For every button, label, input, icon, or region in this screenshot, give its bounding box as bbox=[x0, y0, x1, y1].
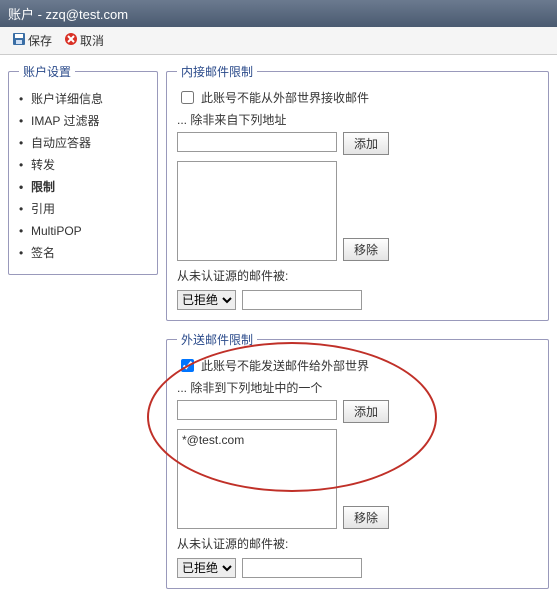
save-button[interactable]: 保存 bbox=[8, 30, 56, 51]
sidebar-legend: 账户设置 bbox=[19, 63, 75, 80]
outgoing-unauth-label: 从未认证源的邮件被: bbox=[177, 535, 538, 552]
incoming-unauth-select[interactable]: 已拒绝 bbox=[177, 290, 236, 310]
cancel-label: 取消 bbox=[80, 32, 104, 49]
sidebar-item[interactable]: 限制 bbox=[19, 176, 147, 198]
cancel-icon bbox=[64, 32, 78, 49]
incoming-add-button[interactable]: 添加 bbox=[343, 132, 389, 155]
incoming-unauth-label: 从未认证源的邮件被: bbox=[177, 267, 538, 284]
incoming-legend: 内接邮件限制 bbox=[177, 63, 257, 80]
outgoing-unauth-select[interactable]: 已拒绝 bbox=[177, 558, 236, 578]
incoming-unauth-extra-input[interactable] bbox=[242, 290, 362, 310]
incoming-except-label: ... 除非来自下列地址 bbox=[177, 111, 538, 128]
list-item[interactable]: *@test.com bbox=[180, 432, 334, 448]
cancel-button[interactable]: 取消 bbox=[60, 30, 108, 51]
incoming-restrict-label: 此账号不能从外部世界接收邮件 bbox=[201, 89, 369, 106]
outgoing-except-label: ... 除非到下列地址中的一个 bbox=[177, 379, 538, 396]
outgoing-remove-button[interactable]: 移除 bbox=[343, 506, 389, 529]
sidebar-item[interactable]: IMAP 过滤器 bbox=[19, 110, 147, 132]
sidebar-item[interactable]: 引用 bbox=[19, 198, 147, 220]
save-label: 保存 bbox=[28, 32, 52, 49]
sidebar-item[interactable]: 自动应答器 bbox=[19, 132, 147, 154]
outgoing-restrict-checkbox[interactable] bbox=[181, 359, 194, 372]
outgoing-add-button[interactable]: 添加 bbox=[343, 400, 389, 423]
incoming-address-list[interactable] bbox=[177, 161, 337, 261]
outgoing-fieldset: 外送邮件限制 此账号不能发送邮件给外部世界 ... 除非到下列地址中的一个 添加… bbox=[166, 331, 549, 589]
outgoing-restrict-label: 此账号不能发送邮件给外部世界 bbox=[201, 357, 369, 374]
outgoing-address-input[interactable] bbox=[177, 400, 337, 420]
incoming-remove-button[interactable]: 移除 bbox=[343, 238, 389, 261]
incoming-fieldset: 内接邮件限制 此账号不能从外部世界接收邮件 ... 除非来自下列地址 添加 移除… bbox=[166, 63, 549, 321]
incoming-restrict-checkbox[interactable] bbox=[181, 91, 194, 104]
sidebar-item[interactable]: 账户详细信息 bbox=[19, 88, 147, 110]
toolbar: 保存 取消 bbox=[0, 27, 557, 55]
sidebar-item[interactable]: 转发 bbox=[19, 154, 147, 176]
outgoing-unauth-extra-input[interactable] bbox=[242, 558, 362, 578]
outgoing-legend: 外送邮件限制 bbox=[177, 331, 257, 348]
window-title: 账户 - zzq@test.com bbox=[0, 0, 557, 27]
sidebar-list: 账户详细信息IMAP 过滤器自动应答器转发限制引用MultiPOP签名 bbox=[19, 88, 147, 264]
sidebar-item[interactable]: 签名 bbox=[19, 242, 147, 264]
sidebar: 账户设置 账户详细信息IMAP 过滤器自动应答器转发限制引用MultiPOP签名 bbox=[8, 63, 158, 275]
sidebar-item[interactable]: MultiPOP bbox=[19, 220, 147, 242]
save-icon bbox=[12, 32, 26, 49]
incoming-address-input[interactable] bbox=[177, 132, 337, 152]
outgoing-address-list[interactable]: *@test.com bbox=[177, 429, 337, 529]
